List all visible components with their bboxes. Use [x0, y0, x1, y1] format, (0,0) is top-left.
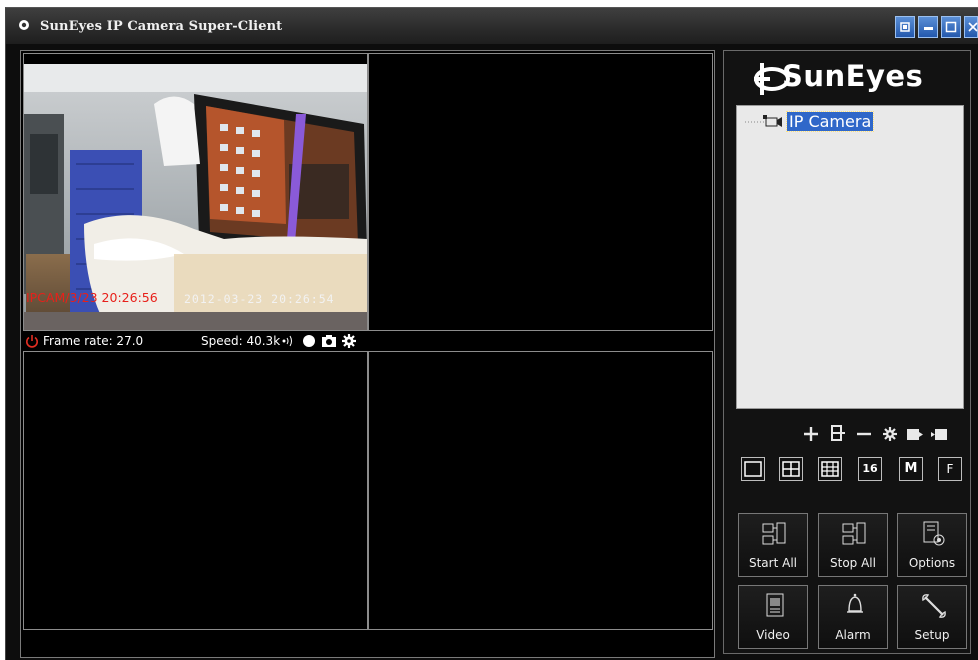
title-bar: SunEyes IP Camera Super-Client: [6, 8, 978, 44]
start-all-icon: [762, 522, 786, 545]
video-grid: IPCAM/3/23 20:26:56 2012-03-23 20:26:54 …: [20, 50, 715, 658]
speed-text: Speed: 40.3k: [201, 334, 281, 348]
audio-icon[interactable]: [281, 334, 297, 348]
app-icon: [19, 20, 29, 30]
close-icon: [968, 22, 978, 32]
video-cell-4[interactable]: [368, 351, 713, 630]
alarm-label: Alarm: [835, 628, 871, 642]
video-icon: [766, 593, 784, 617]
settings-gear-icon[interactable]: [342, 334, 356, 348]
layout-1-icon: [744, 461, 762, 477]
video-cell-2[interactable]: [368, 53, 713, 331]
add-icon[interactable]: [803, 426, 819, 442]
control-panel: SunEyes IP Camera 16 M F Start All Stop …: [723, 50, 971, 654]
alarm-button[interactable]: Alarm: [818, 585, 888, 649]
minimize-button[interactable]: [918, 16, 938, 38]
properties-gear-icon[interactable]: [883, 427, 897, 441]
video-cell-1[interactable]: IPCAM/3/23 20:26:56 2012-03-23 20:26:54: [23, 53, 368, 331]
options-button[interactable]: Options: [897, 513, 967, 577]
start-all-label: Start All: [748, 556, 797, 570]
start-all-button[interactable]: Start All: [738, 513, 808, 577]
wrench-icon: [922, 594, 946, 618]
camera-timestamp-left: IPCAM/3/23 20:26:56: [26, 290, 158, 305]
tree-item-ip-camera[interactable]: IP Camera: [785, 111, 875, 132]
camera-group-icon[interactable]: [830, 425, 846, 443]
layout-f-button[interactable]: F: [938, 457, 962, 481]
layout-16-button[interactable]: 16: [858, 457, 882, 481]
restore-icon: [900, 22, 910, 32]
export-icon[interactable]: [907, 428, 923, 442]
video-label: Video: [756, 628, 790, 642]
options-label: Options: [908, 556, 956, 570]
setup-label: Setup: [914, 628, 950, 642]
options-icon: [923, 521, 945, 546]
video-cell-3[interactable]: [23, 351, 368, 630]
bell-icon: [847, 593, 863, 613]
layout-4-button[interactable]: [779, 457, 803, 481]
camera-status-bar: Frame rate: 27.0 Speed: 40.3k: [23, 331, 713, 351]
close-button[interactable]: [964, 16, 978, 38]
layout-m-button[interactable]: M: [899, 457, 923, 481]
remove-icon[interactable]: [856, 426, 872, 442]
app-window: SunEyes IP Camera Super-Client IPCAM/3/2…: [5, 7, 978, 660]
layout-9-button[interactable]: [818, 457, 842, 481]
stop-all-icon: [842, 522, 866, 545]
snapshot-icon[interactable]: [321, 334, 337, 348]
import-icon[interactable]: [931, 428, 947, 442]
stop-all-button[interactable]: Stop All: [818, 513, 888, 577]
camera-feed-image: [24, 54, 367, 330]
minimize-icon: [924, 27, 933, 30]
restore-button[interactable]: [895, 16, 915, 38]
video-button[interactable]: Video: [738, 585, 808, 649]
power-icon[interactable]: [25, 334, 39, 348]
layout-9-icon: [821, 461, 839, 477]
maximize-button[interactable]: [941, 16, 961, 38]
camera-node-icon: [763, 115, 782, 127]
record-icon[interactable]: [302, 334, 316, 348]
maximize-icon: [945, 21, 957, 33]
window-title: SunEyes IP Camera Super-Client: [40, 19, 283, 34]
layout-4-icon: [782, 461, 800, 477]
frame-rate-text: Frame rate: 27.0: [43, 334, 144, 348]
camera-timestamp-right: 2012-03-23 20:26:54: [184, 292, 335, 306]
setup-button[interactable]: Setup: [897, 585, 967, 649]
camera-tree[interactable]: IP Camera: [736, 105, 964, 409]
logo-text: SunEyes: [782, 59, 924, 93]
layout-1-button[interactable]: [741, 457, 765, 481]
stop-all-label: Stop All: [830, 556, 876, 570]
